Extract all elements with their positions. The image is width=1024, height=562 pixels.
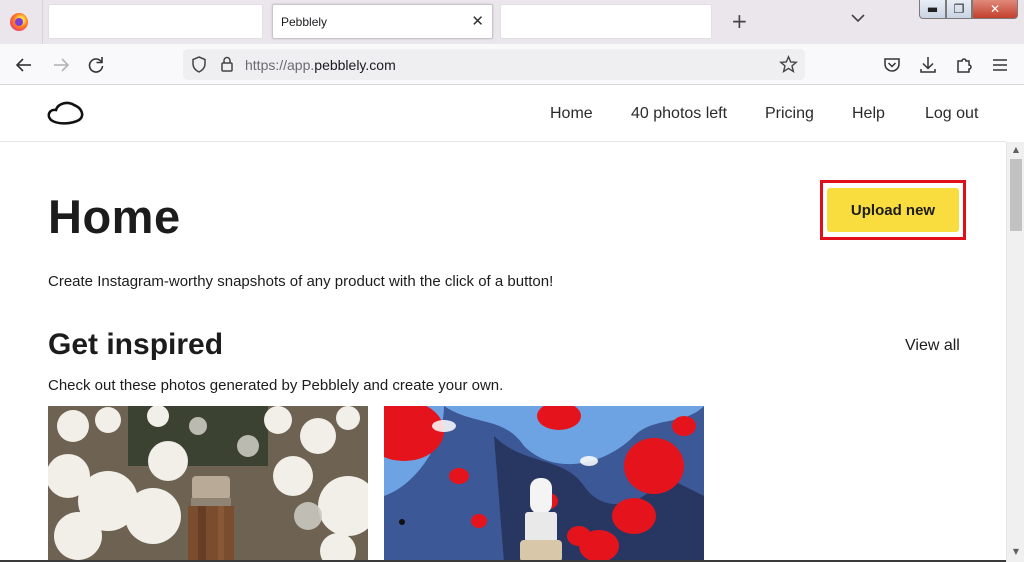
url-domain: pebblely.com (314, 57, 396, 73)
pebblely-logo-icon[interactable] (47, 100, 85, 126)
site-header: Home 40 photos left Pricing Help Log out (0, 86, 1006, 142)
forward-icon[interactable] (50, 54, 72, 76)
browser-tab-pebblely[interactable]: Pebblely ✕ (272, 4, 493, 39)
window-close-icon: ✕ (989, 2, 1001, 16)
restore-icon: ❐ (953, 2, 965, 16)
inspiration-photo-paint[interactable] (384, 406, 704, 562)
browser-tab-3[interactable] (500, 4, 712, 39)
minimize-icon: ▬ (926, 2, 939, 16)
window-restore-button[interactable]: ❐ (946, 0, 972, 19)
tagline: Create Instagram-worthy snapshots of any… (48, 273, 554, 290)
scroll-up-icon[interactable]: ▲ (1007, 144, 1024, 156)
nav-log-out[interactable]: Log out (925, 105, 978, 123)
url-scheme: https://app. (245, 57, 315, 73)
flowers-bottle-image (48, 406, 368, 562)
tab-title: Pebblely (281, 15, 328, 29)
new-tab-icon[interactable]: + (731, 10, 748, 32)
nav-help[interactable]: Help (852, 105, 885, 123)
extensions-icon[interactable] (953, 54, 975, 76)
upload-new-button[interactable]: Upload new (827, 188, 959, 232)
close-tab-icon[interactable]: ✕ (471, 13, 484, 29)
reload-icon[interactable] (85, 54, 107, 76)
scrollbar-thumb[interactable] (1010, 159, 1022, 231)
back-icon[interactable] (13, 54, 35, 76)
page-scrollbar[interactable]: ▲ ▼ (1006, 142, 1024, 562)
lock-icon[interactable] (219, 55, 235, 74)
window-minimize-button[interactable]: ▬ (919, 0, 946, 19)
tab-separator (42, 0, 43, 44)
firefox-icon[interactable] (10, 13, 28, 31)
browser-tab-1[interactable] (48, 4, 263, 39)
browser-toolbar: https://app.pebblely.com (0, 44, 1024, 85)
window-close-button[interactable]: ✕ (972, 0, 1018, 19)
tab-list-icon[interactable] (849, 11, 867, 25)
scroll-down-icon[interactable]: ▼ (1007, 546, 1024, 558)
url-text: https://app.pebblely.com (245, 57, 396, 73)
section-subtitle: Check out these photos generated by Pebb… (48, 377, 504, 394)
menu-icon[interactable] (989, 54, 1011, 76)
nav-pricing[interactable]: Pricing (765, 105, 814, 123)
inspiration-photo-flowers[interactable] (48, 406, 368, 562)
browser-tab-strip: Pebblely ✕ + ▬ ❐ ✕ (0, 0, 1024, 44)
shield-icon[interactable] (190, 55, 208, 74)
pocket-icon[interactable] (881, 54, 903, 76)
section-title: Get inspired (48, 328, 224, 361)
page-viewport: Home 40 photos left Pricing Help Log out… (0, 86, 1006, 562)
bookmark-star-icon[interactable] (779, 55, 798, 74)
url-bar[interactable]: https://app.pebblely.com (183, 49, 805, 80)
paint-dropper-image (384, 406, 704, 562)
download-icon[interactable] (917, 54, 939, 76)
view-all-link[interactable]: View all (905, 337, 960, 355)
nav-home[interactable]: Home (550, 105, 593, 123)
page-title: Home (48, 190, 181, 243)
nav-photos-left[interactable]: 40 photos left (631, 105, 727, 123)
